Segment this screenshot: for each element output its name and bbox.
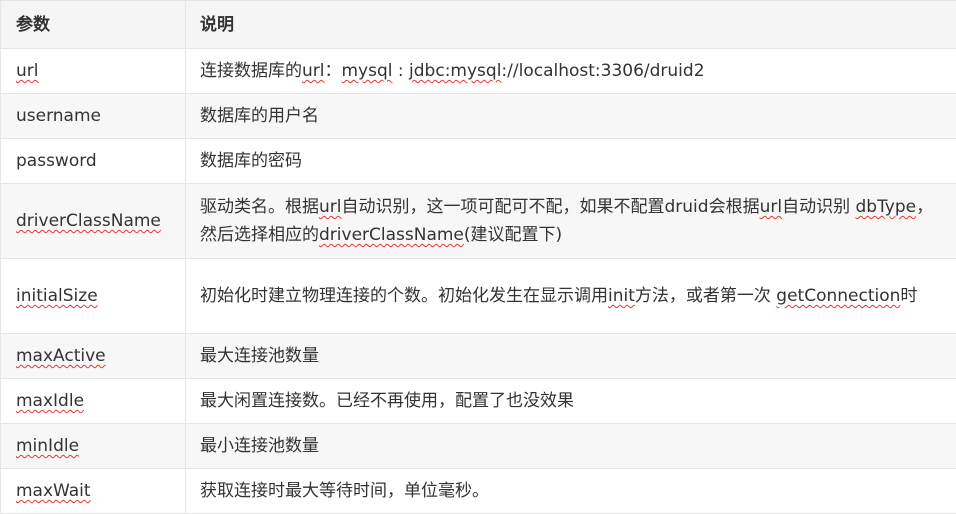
param-name-cell: maxIdle	[1, 379, 186, 424]
table-row: initialSize 初始化时建立物理连接的个数。初始化发生在显示调用init方…	[1, 259, 956, 334]
param-description-cell: 最大闲置连接数。已经不再使用，配置了也没效果	[186, 379, 956, 424]
param-name: username	[16, 106, 101, 126]
table-row: maxActive 最大连接池数量	[1, 334, 956, 379]
param-description-cell: 初始化时建立物理连接的个数。初始化发生在显示调用init方法，或者第一次 get…	[186, 259, 956, 334]
param-name: maxIdle	[16, 391, 84, 411]
param-name: password	[16, 151, 97, 171]
param-name: maxWait	[16, 481, 91, 501]
param-name-cell: driverClassName	[1, 184, 186, 259]
param-name-cell: maxWait	[1, 469, 186, 514]
param-description-cell: 数据库的密码	[186, 139, 956, 184]
header-row: 参数 说明	[1, 1, 956, 49]
description-text: 最大闲置连接数。已经不再使用，配置了也没效果	[200, 391, 574, 411]
description-text: 数据库的密码	[200, 151, 302, 171]
description-text: 获取连接时最大等待时间，单位毫秒。	[200, 481, 489, 501]
description-text: ://localhost:3306/druid2	[501, 61, 704, 81]
param-description-cell: 连接数据库的url：mysql : jdbc:mysql://localhost…	[186, 49, 956, 94]
param-name-cell: password	[1, 139, 186, 184]
param-description-cell: 驱动类名。根据url自动识别，这一项可配可不配，如果不配置druid会根据url…	[186, 184, 956, 259]
table-row: driverClassName驱动类名。根据url自动识别，这一项可配可不配，如…	[1, 184, 956, 259]
table-row: url连接数据库的url：mysql : jdbc:mysql://localh…	[1, 49, 956, 94]
description-text: (建议配置下)	[464, 225, 562, 245]
description-text: 最小连接池数量	[200, 436, 319, 456]
description-text: 时	[900, 286, 917, 306]
description-text: init	[608, 286, 635, 306]
table-row: maxWait 获取连接时最大等待时间，单位毫秒。	[1, 469, 956, 514]
description-text: 最大连接池数量	[200, 346, 319, 366]
description-text: dbType	[855, 197, 916, 217]
description-text: 自动识别	[782, 197, 855, 217]
param-name: url	[16, 61, 39, 81]
table-header: 参数 说明	[1, 1, 956, 49]
table-row: minIdle 最小连接池数量	[1, 424, 956, 469]
description-text: :	[393, 61, 410, 81]
param-name-cell: username	[1, 94, 186, 139]
description-text: 连接数据库的	[200, 61, 302, 81]
header-param: 参数	[1, 1, 186, 49]
description-text: 自动识别，这一项可配可不配，如果不配置druid会根据	[342, 197, 760, 217]
header-desc: 说明	[186, 1, 956, 49]
param-description-cell: 最大连接池数量	[186, 334, 956, 379]
description-text: ：	[325, 61, 342, 81]
table-body: url连接数据库的url：mysql : jdbc:mysql://localh…	[1, 49, 956, 514]
param-name: minIdle	[16, 436, 79, 456]
param-name-cell: initialSize	[1, 259, 186, 334]
description-text: getConnection	[776, 286, 900, 306]
description-text: mysql	[342, 61, 393, 81]
param-description-cell: 数据库的用户名	[186, 94, 956, 139]
param-name-cell: maxActive	[1, 334, 186, 379]
param-name-cell: minIdle	[1, 424, 186, 469]
description-text: url	[302, 61, 325, 81]
table-row: username 数据库的用户名	[1, 94, 956, 139]
description-text: 方法，或者第一次	[635, 286, 776, 306]
table-row: password 数据库的密码	[1, 139, 956, 184]
param-name: maxActive	[16, 346, 106, 366]
description-text: jdbc:mysql	[409, 61, 501, 81]
param-description-cell: 获取连接时最大等待时间，单位毫秒。	[186, 469, 956, 514]
table-row: maxIdle 最大闲置连接数。已经不再使用，配置了也没效果	[1, 379, 956, 424]
description-text: url	[319, 197, 342, 217]
description-text: 驱动类名。根据	[200, 197, 319, 217]
description-text: 初始化时建立物理连接的个数。初始化发生在显示调用	[200, 286, 608, 306]
param-name: driverClassName	[16, 211, 161, 231]
description-text: driverClassName	[319, 225, 464, 245]
params-table: 参数 说明 url连接数据库的url：mysql : jdbc:mysql://…	[0, 0, 956, 514]
description-text: url	[760, 197, 783, 217]
param-description-cell: 最小连接池数量	[186, 424, 956, 469]
description-text: 数据库的用户名	[200, 106, 319, 126]
param-name: initialSize	[16, 286, 98, 306]
param-name-cell: url	[1, 49, 186, 94]
